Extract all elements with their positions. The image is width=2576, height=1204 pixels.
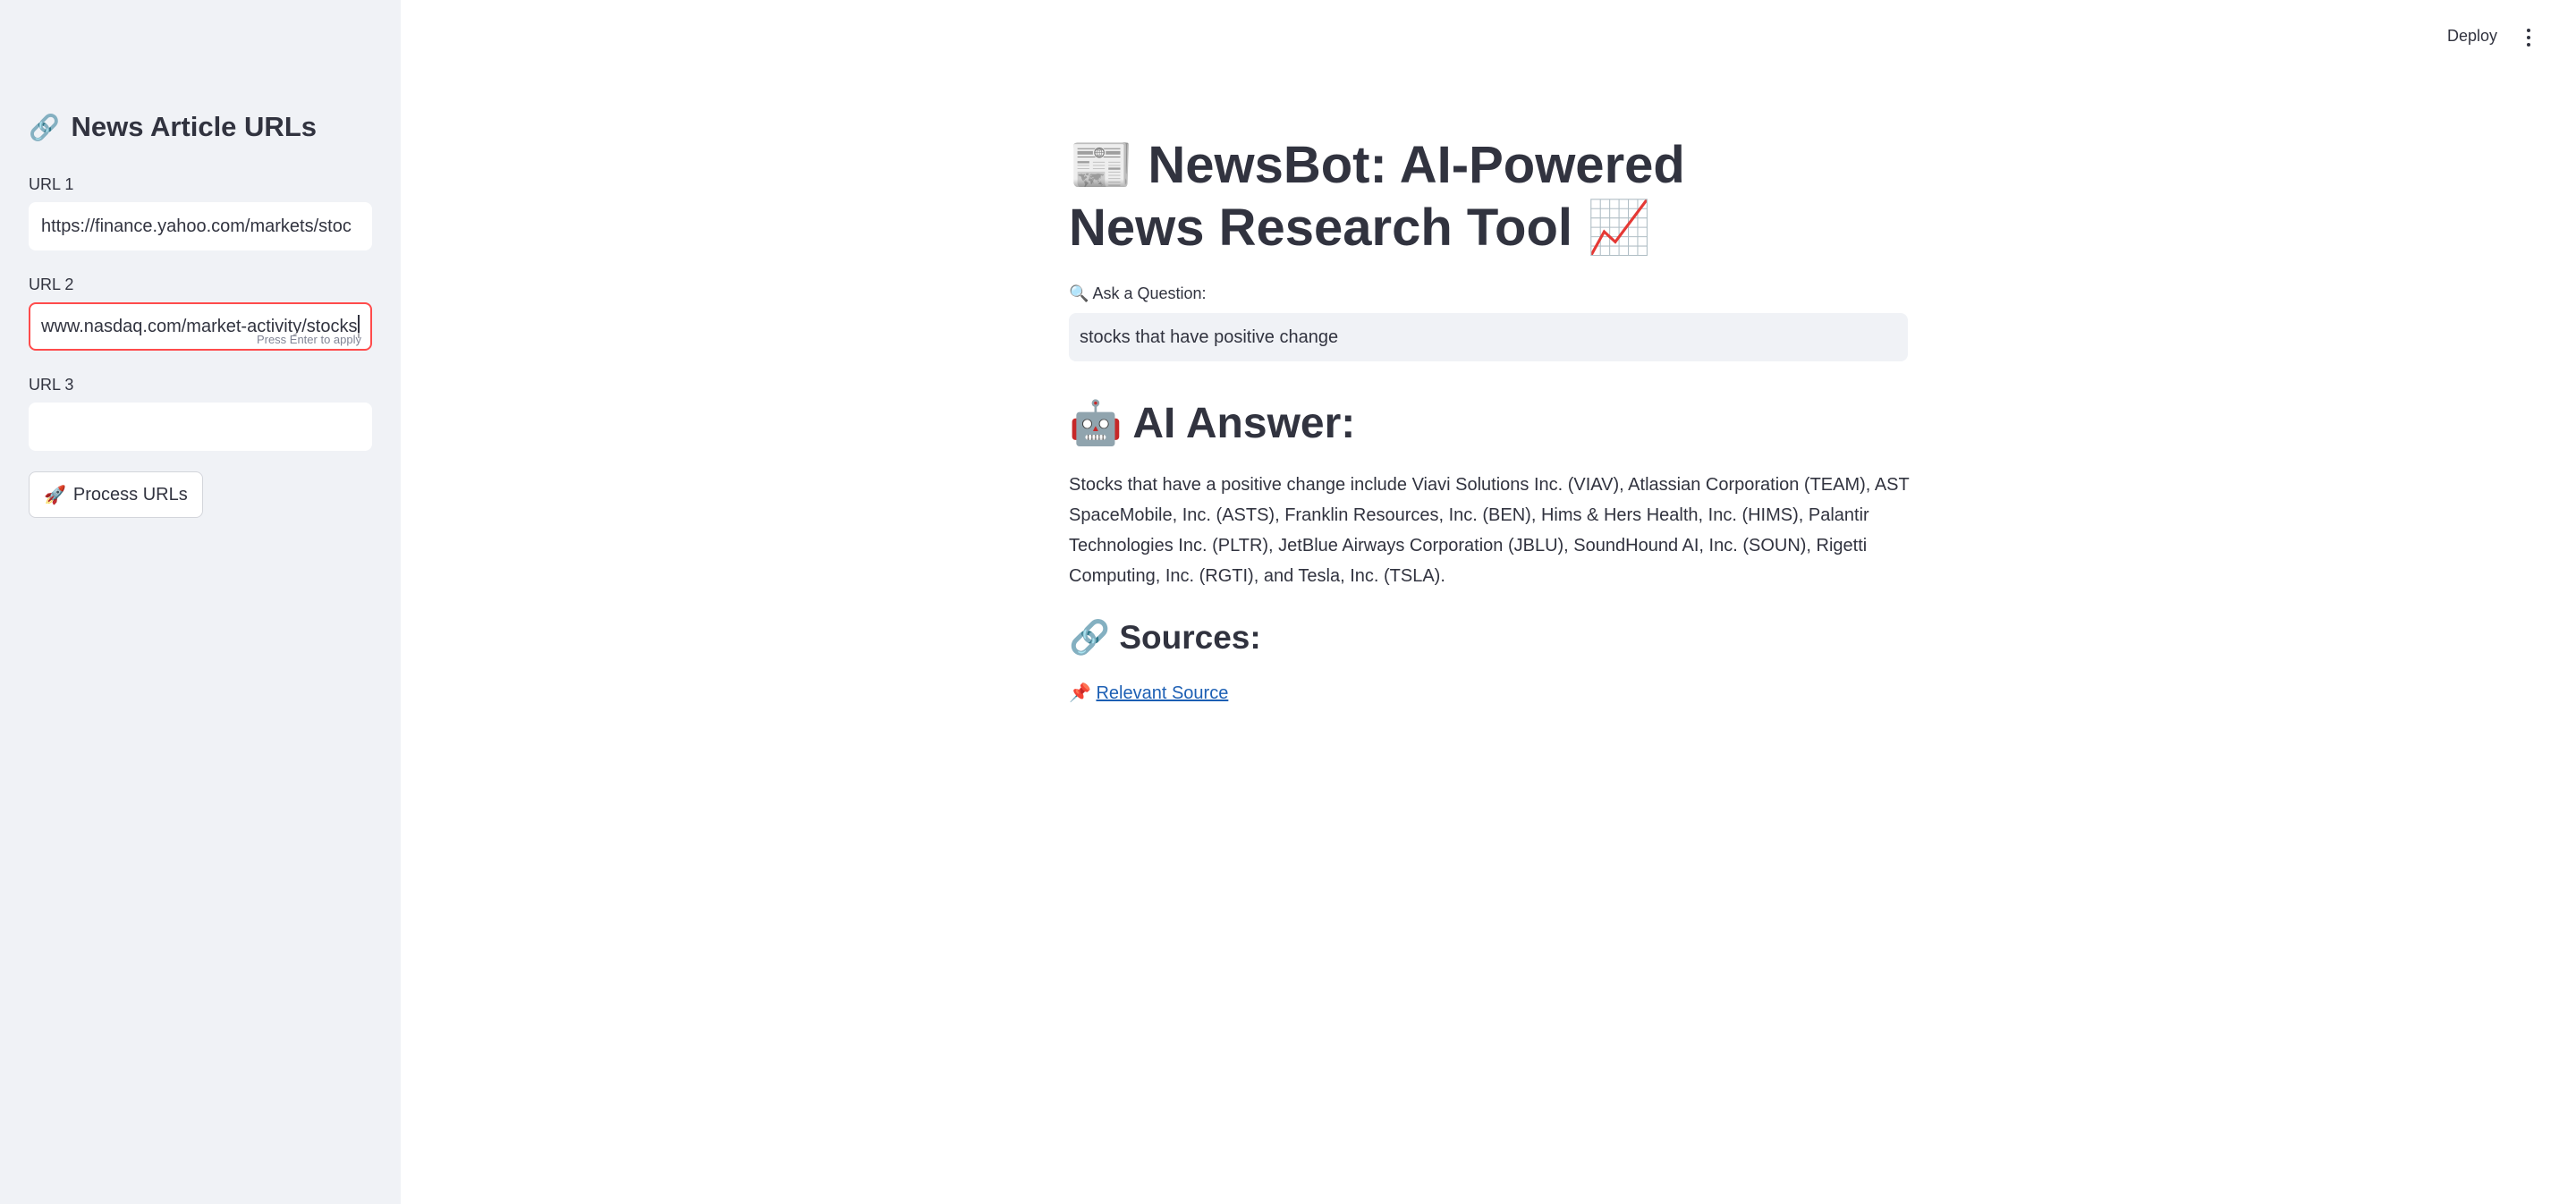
sidebar-title-text: News Article URLs xyxy=(71,111,318,142)
magnifier-icon: 🔍 xyxy=(1069,284,1089,302)
question-input[interactable]: stocks that have positive change xyxy=(1069,313,1908,361)
question-label-text: Ask a Question: xyxy=(1092,284,1207,302)
link-icon: 🔗 xyxy=(1069,619,1111,656)
pushpin-icon: 📌 xyxy=(1069,683,1091,703)
app-root: 🔗 News Article URLs URL 1 https://financ… xyxy=(0,0,2576,1204)
answer-text: Stocks that have a positive change inclu… xyxy=(1069,475,1910,586)
sources-heading: 🔗 Sources: xyxy=(1069,619,1261,657)
sidebar: 🔗 News Article URLs URL 1 https://financ… xyxy=(0,0,401,1204)
url2-label: URL 2 xyxy=(29,276,74,293)
rocket-icon: 🚀 xyxy=(44,485,66,505)
url3-label: URL 3 xyxy=(29,376,74,394)
press-enter-hint: Press Enter to apply xyxy=(256,333,361,346)
sources-heading-text: Sources: xyxy=(1119,619,1261,656)
source-item: 📌 Relevant Source xyxy=(1069,682,1228,704)
deploy-button[interactable]: Deploy xyxy=(2447,27,2497,46)
newspaper-icon: 📰 xyxy=(1069,136,1134,194)
url3-input[interactable] xyxy=(29,403,372,451)
more-vertical-icon[interactable] xyxy=(2522,27,2535,48)
url1-input[interactable]: https://finance.yahoo.com/markets/stoc xyxy=(29,202,372,250)
link-icon: 🔗 xyxy=(29,114,60,141)
answer-heading: 🤖 AI Answer: xyxy=(1069,397,1355,448)
sidebar-title: 🔗 News Article URLs xyxy=(29,111,317,143)
relevant-source-link[interactable]: Relevant Source xyxy=(1096,683,1228,703)
url1-label: URL 1 xyxy=(29,175,74,193)
process-urls-button[interactable]: 🚀 Process URLs xyxy=(29,471,203,518)
url2-input[interactable]: www.nasdaq.com/market-activity/stocks Pr… xyxy=(29,302,372,351)
url1-value: https://finance.yahoo.com/markets/stoc xyxy=(41,216,352,236)
question-label: 🔍 Ask a Question: xyxy=(1069,284,1207,303)
answer-heading-text: AI Answer: xyxy=(1132,400,1356,447)
process-urls-label: Process URLs xyxy=(72,484,188,504)
robot-icon: 🤖 xyxy=(1069,400,1123,447)
question-value: stocks that have positive change xyxy=(1080,326,1339,347)
page-title: 📰 NewsBot: AI-Powered News Research Tool… xyxy=(1069,134,1829,259)
chart-increasing-icon: 📈 xyxy=(1587,199,1652,257)
